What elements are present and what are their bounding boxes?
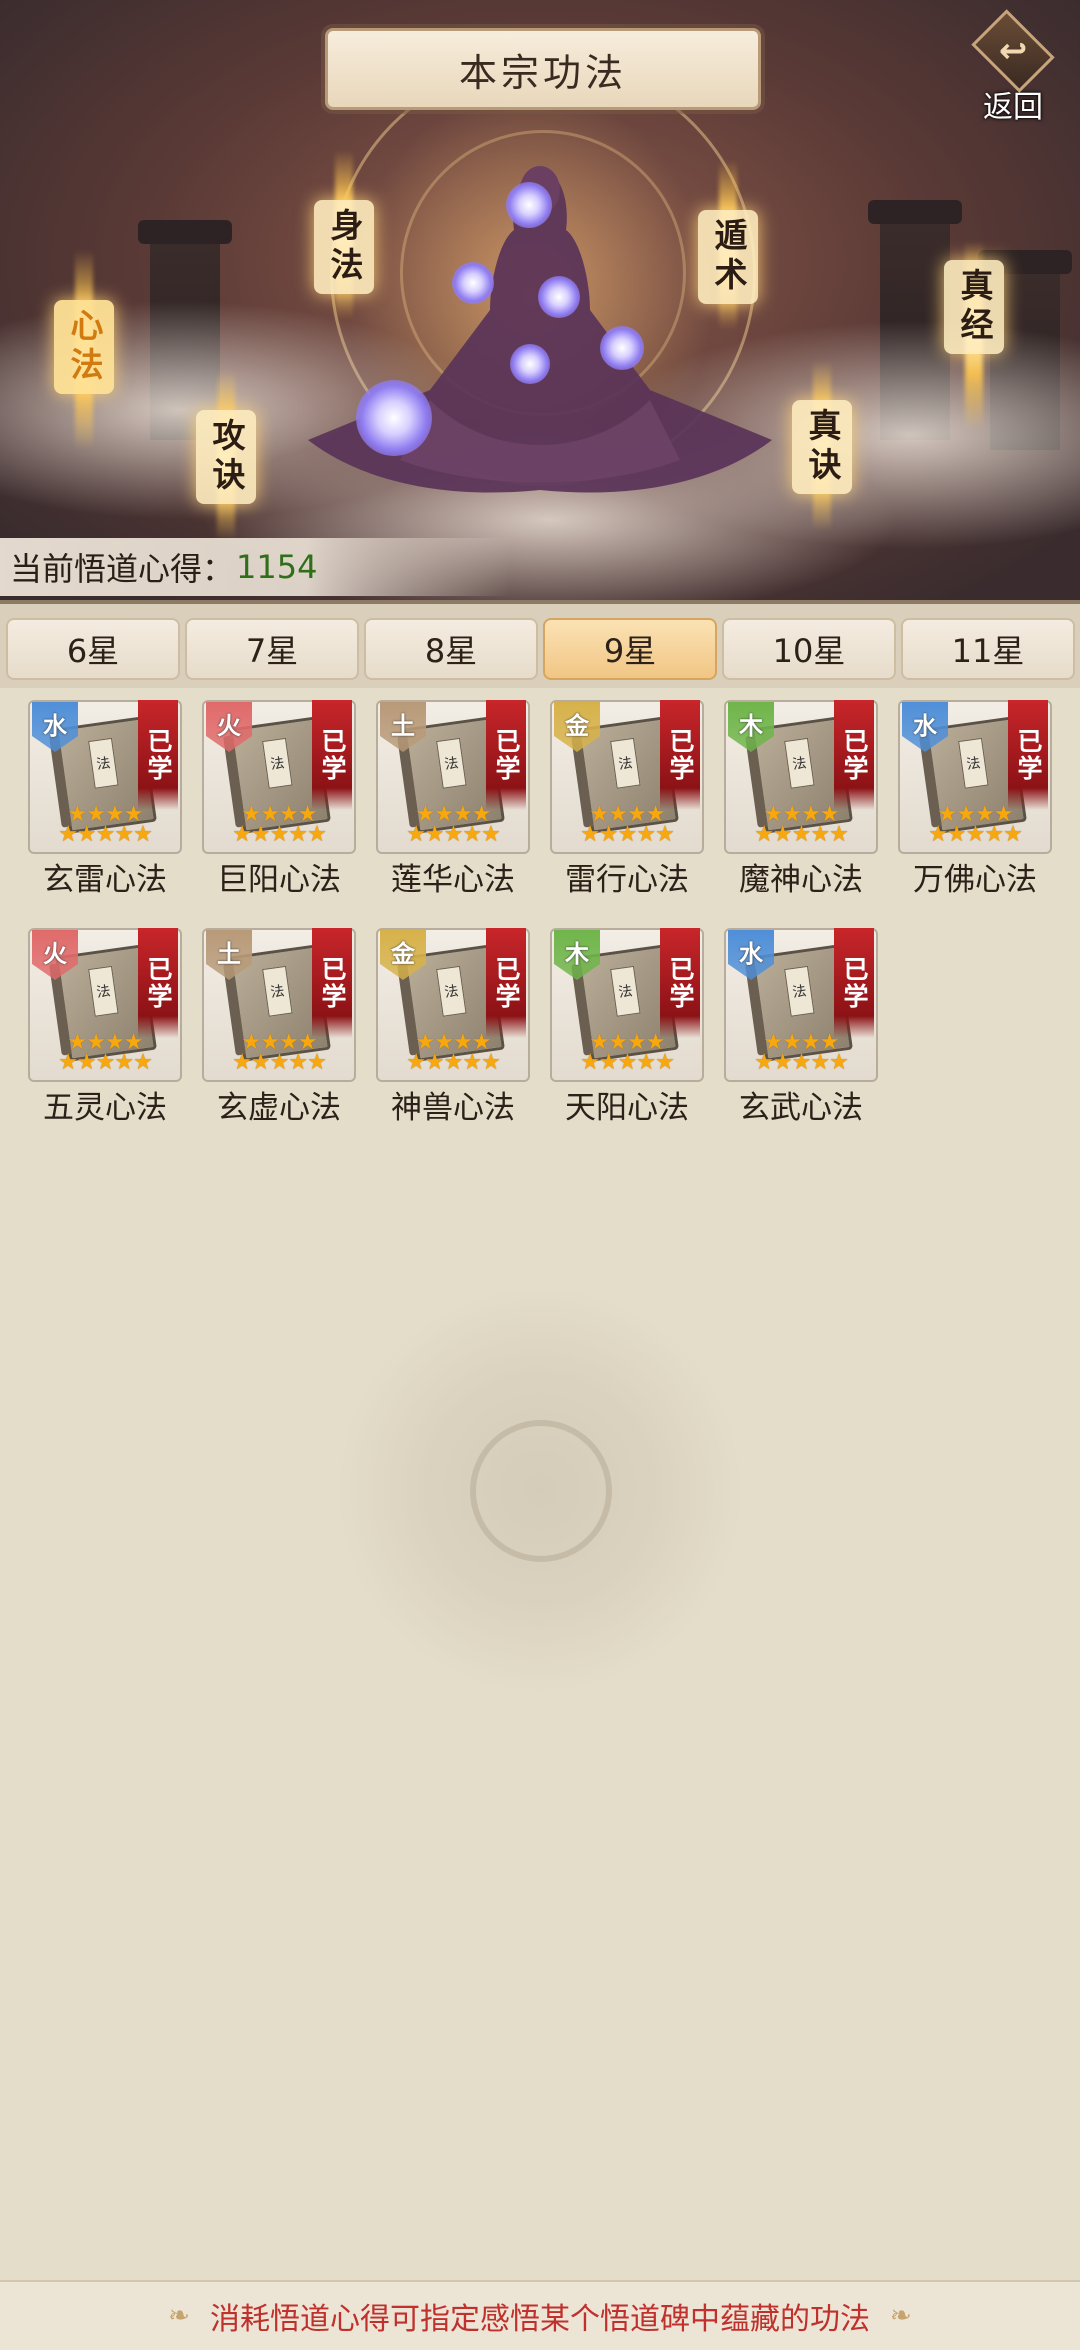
energy-orb [452, 262, 494, 304]
star-rating-row: ★★★★★ [58, 822, 153, 847]
technique-card[interactable]: 火已学★★★★★★★★★五灵心法 [28, 928, 182, 1138]
star-rating-row: ★★★★★ [406, 1050, 501, 1075]
skill-pillar-dunshu[interactable]: 遁术 [698, 160, 758, 330]
insight-label: 当前悟道心得： [10, 550, 235, 588]
technique-card[interactable]: 水已学★★★★★★★★★万佛心法 [898, 700, 1052, 910]
skill-label: 真经 [944, 260, 1004, 354]
page-title: 本宗功法 [325, 28, 761, 110]
learned-ribbon: 已学 [486, 928, 526, 1038]
technique-card[interactable]: 水已学★★★★★★★★★玄武心法 [724, 928, 878, 1138]
technique-card[interactable]: 木已学★★★★★★★★★魔神心法 [724, 700, 878, 910]
learned-ribbon: 已学 [486, 700, 526, 810]
learned-ribbon: 已学 [312, 700, 352, 810]
technique-name: 神兽心法 [391, 1090, 515, 1126]
energy-orb [356, 380, 432, 456]
technique-name: 魔神心法 [739, 862, 863, 898]
star-rating-row: ★★★★★ [406, 822, 501, 847]
skill-label: 遁术 [698, 210, 758, 304]
insight-points-bar: 当前悟道心得： 1154 [0, 538, 510, 596]
energy-orb [600, 326, 644, 370]
hint-text: 消耗悟道心得可指定感悟某个悟道碑中蕴藏的功法 [210, 2302, 870, 2337]
technique-name: 巨阳心法 [217, 862, 341, 898]
skill-label: 攻诀 [196, 410, 256, 504]
skill-pillar-zhenjue[interactable]: 真诀 [792, 360, 852, 530]
star-tabs: 6星 7星 8星 9星 10星 11星 [0, 600, 1080, 688]
skill-pillar-zhenjing[interactable]: 真经 [944, 240, 1004, 430]
energy-orb [506, 182, 552, 228]
technique-name: 天阳心法 [565, 1090, 689, 1126]
tab-8-star[interactable]: 8星 [364, 618, 538, 680]
star-rating-row: ★★★★★ [580, 822, 675, 847]
learned-ribbon: 已学 [660, 700, 700, 810]
star-rating-row: ★★★★★ [754, 1050, 849, 1075]
hero-scene: 身法 心法 攻诀 遁术 真诀 真经 本宗功法 ↩ 返回 当前悟道心得： 1154 [0, 0, 1080, 600]
star-rating-row: ★★★★★ [232, 1050, 327, 1075]
cloud-ornament-icon: ❧ [890, 2301, 912, 2331]
star-rating-row: ★★★★★ [754, 822, 849, 847]
tab-6-star[interactable]: 6星 [6, 618, 180, 680]
tab-9-star[interactable]: 9星 [543, 618, 717, 680]
cloud-ornament-icon: ❧ [168, 2301, 190, 2331]
back-button[interactable]: ↩ 返回 [960, 9, 1066, 126]
technique-name: 雷行心法 [565, 862, 689, 898]
learned-ribbon: 已学 [138, 700, 178, 810]
back-label: 返回 [983, 90, 1043, 125]
skill-label: 身法 [314, 200, 374, 294]
learned-ribbon: 已学 [660, 928, 700, 1038]
back-arrow-icon: ↩ [971, 9, 1055, 93]
technique-card[interactable]: 水已学★★★★★★★★★玄雷心法 [28, 700, 182, 910]
star-rating-row: ★★★★★ [232, 822, 327, 847]
tab-7-star[interactable]: 7星 [185, 618, 359, 680]
skill-label: 心法 [54, 300, 114, 394]
skill-pillar-xinfa[interactable]: 心法 [54, 250, 114, 450]
technique-name: 莲华心法 [391, 862, 515, 898]
technique-card[interactable]: 金已学★★★★★★★★★神兽心法 [376, 928, 530, 1138]
skill-label: 真诀 [792, 400, 852, 494]
technique-card[interactable]: 木已学★★★★★★★★★天阳心法 [550, 928, 704, 1138]
star-rating-row: ★★★★★ [58, 1050, 153, 1075]
learned-ribbon: 已学 [312, 928, 352, 1038]
footer-hint-bar: ❧ 消耗悟道心得可指定感悟某个悟道碑中蕴藏的功法 ❧ [0, 2280, 1080, 2350]
skill-pillar-shenfa[interactable]: 身法 [314, 150, 374, 320]
tab-11-star[interactable]: 11星 [901, 618, 1075, 680]
technique-name: 五灵心法 [43, 1090, 167, 1126]
technique-card[interactable]: 土已学★★★★★★★★★莲华心法 [376, 700, 530, 910]
technique-name: 玄雷心法 [43, 862, 167, 898]
technique-card[interactable]: 金已学★★★★★★★★★雷行心法 [550, 700, 704, 910]
yin-yang-dragon-emblem [340, 1290, 740, 1690]
technique-card[interactable]: 土已学★★★★★★★★★玄虚心法 [202, 928, 356, 1138]
star-rating-row: ★★★★★ [580, 1050, 675, 1075]
tab-10-star[interactable]: 10星 [722, 618, 896, 680]
technique-name: 玄武心法 [739, 1090, 863, 1126]
technique-name: 万佛心法 [913, 862, 1037, 898]
energy-orb [538, 276, 580, 318]
technique-card[interactable]: 火已学★★★★★★★★★巨阳心法 [202, 700, 356, 910]
technique-name: 玄虚心法 [217, 1090, 341, 1126]
learned-ribbon: 已学 [834, 700, 874, 810]
star-rating-row: ★★★★★ [928, 822, 1023, 847]
energy-orb [510, 344, 550, 384]
learned-ribbon: 已学 [138, 928, 178, 1038]
learned-ribbon: 已学 [834, 928, 874, 1038]
skill-pillar-gongjue[interactable]: 攻诀 [196, 370, 256, 540]
insight-value: 1154 [236, 548, 318, 586]
learned-ribbon: 已学 [1008, 700, 1048, 810]
